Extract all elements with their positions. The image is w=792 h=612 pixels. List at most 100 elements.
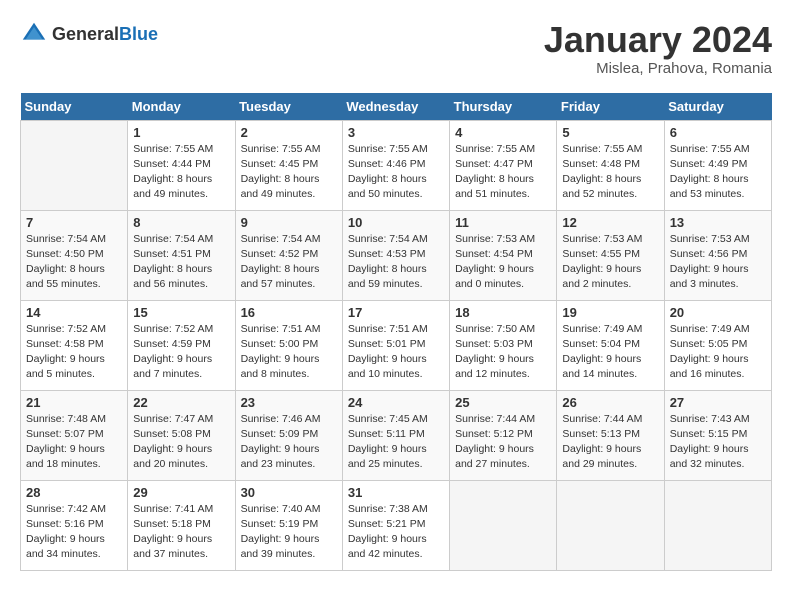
calendar-cell xyxy=(664,480,771,570)
calendar-cell: 26Sunrise: 7:44 AM Sunset: 5:13 PM Dayli… xyxy=(557,390,664,480)
page-title: January 2024 xyxy=(544,20,772,60)
day-info: Sunrise: 7:38 AM Sunset: 5:21 PM Dayligh… xyxy=(348,502,444,563)
col-header-saturday: Saturday xyxy=(664,93,771,121)
day-number: 30 xyxy=(241,485,337,500)
calendar-cell: 30Sunrise: 7:40 AM Sunset: 5:19 PM Dayli… xyxy=(235,480,342,570)
page-subtitle: Mislea, Prahova, Romania xyxy=(544,60,772,77)
day-number: 18 xyxy=(455,305,551,320)
logo-general: General xyxy=(52,24,119,44)
day-info: Sunrise: 7:54 AM Sunset: 4:52 PM Dayligh… xyxy=(241,232,337,293)
day-number: 15 xyxy=(133,305,229,320)
day-number: 22 xyxy=(133,395,229,410)
col-header-friday: Friday xyxy=(557,93,664,121)
calendar-body: 1 Sunrise: 7:55 AM Sunset: 4:44 PM Daylig… xyxy=(21,120,772,570)
day-info: Sunrise: 7:43 AM Sunset: 5:15 PM Dayligh… xyxy=(670,412,766,473)
calendar-cell: 3 Sunrise: 7:55 AM Sunset: 4:46 PM Daylig… xyxy=(342,120,449,210)
calendar-cell: 7 Sunrise: 7:54 AM Sunset: 4:50 PM Daylig… xyxy=(21,210,128,300)
day-info: Sunrise: 7:44 AM Sunset: 5:12 PM Dayligh… xyxy=(455,412,551,473)
calendar-cell xyxy=(21,120,128,210)
calendar-cell: 10Sunrise: 7:54 AM Sunset: 4:53 PM Dayli… xyxy=(342,210,449,300)
day-number: 4 xyxy=(455,125,551,140)
day-number: 23 xyxy=(241,395,337,410)
calendar-cell: 11 Sunrise: 7:53 AM Sunset: 4:54 PM Dayli… xyxy=(450,210,557,300)
calendar-cell: 18 Sunrise: 7:50 AM Sunset: 5:03 PM Dayli… xyxy=(450,300,557,390)
col-header-thursday: Thursday xyxy=(450,93,557,121)
calendar-week-1: 1 Sunrise: 7:55 AM Sunset: 4:44 PM Daylig… xyxy=(21,120,772,210)
calendar-cell: 28 Sunrise: 7:42 AM Sunset: 5:16 PM Dayli… xyxy=(21,480,128,570)
calendar-cell: 21 Sunrise: 7:48 AM Sunset: 5:07 PM Dayli… xyxy=(21,390,128,480)
col-header-tuesday: Tuesday xyxy=(235,93,342,121)
day-info: Sunrise: 7:45 AM Sunset: 5:11 PM Dayligh… xyxy=(348,412,444,473)
calendar-week-4: 21 Sunrise: 7:48 AM Sunset: 5:07 PM Dayli… xyxy=(21,390,772,480)
day-info: Sunrise: 7:49 AM Sunset: 5:05 PM Dayligh… xyxy=(670,322,766,383)
calendar-cell: 1 Sunrise: 7:55 AM Sunset: 4:44 PM Daylig… xyxy=(128,120,235,210)
calendar-header-row: SundayMondayTuesdayWednesdayThursdayFrid… xyxy=(21,93,772,121)
calendar-cell: 20Sunrise: 7:49 AM Sunset: 5:05 PM Dayli… xyxy=(664,300,771,390)
day-info: Sunrise: 7:47 AM Sunset: 5:08 PM Dayligh… xyxy=(133,412,229,473)
day-info: Sunrise: 7:53 AM Sunset: 4:55 PM Dayligh… xyxy=(562,232,658,293)
day-number: 31 xyxy=(348,485,444,500)
day-number: 5 xyxy=(562,125,658,140)
day-info: Sunrise: 7:51 AM Sunset: 5:01 PM Dayligh… xyxy=(348,322,444,383)
day-info: Sunrise: 7:55 AM Sunset: 4:44 PM Dayligh… xyxy=(133,142,229,203)
day-number: 13 xyxy=(670,215,766,230)
day-info: Sunrise: 7:41 AM Sunset: 5:18 PM Dayligh… xyxy=(133,502,229,563)
day-number: 14 xyxy=(26,305,122,320)
day-info: Sunrise: 7:53 AM Sunset: 4:54 PM Dayligh… xyxy=(455,232,551,293)
calendar-cell: 22 Sunrise: 7:47 AM Sunset: 5:08 PM Dayli… xyxy=(128,390,235,480)
calendar-cell: 23 Sunrise: 7:46 AM Sunset: 5:09 PM Dayli… xyxy=(235,390,342,480)
day-info: Sunrise: 7:52 AM Sunset: 4:58 PM Dayligh… xyxy=(26,322,122,383)
day-info: Sunrise: 7:54 AM Sunset: 4:50 PM Dayligh… xyxy=(26,232,122,293)
calendar-week-2: 7 Sunrise: 7:54 AM Sunset: 4:50 PM Daylig… xyxy=(21,210,772,300)
day-number: 6 xyxy=(670,125,766,140)
calendar-week-3: 14 Sunrise: 7:52 AM Sunset: 4:58 PM Dayli… xyxy=(21,300,772,390)
day-number: 8 xyxy=(133,215,229,230)
day-number: 11 xyxy=(455,215,551,230)
day-number: 19 xyxy=(562,305,658,320)
calendar-cell xyxy=(450,480,557,570)
day-info: Sunrise: 7:46 AM Sunset: 5:09 PM Dayligh… xyxy=(241,412,337,473)
day-number: 7 xyxy=(26,215,122,230)
day-info: Sunrise: 7:55 AM Sunset: 4:48 PM Dayligh… xyxy=(562,142,658,203)
calendar-cell: 5 Sunrise: 7:55 AM Sunset: 4:48 PM Daylig… xyxy=(557,120,664,210)
calendar-cell: 29 Sunrise: 7:41 AM Sunset: 5:18 PM Dayli… xyxy=(128,480,235,570)
col-header-monday: Monday xyxy=(128,93,235,121)
day-info: Sunrise: 7:53 AM Sunset: 4:56 PM Dayligh… xyxy=(670,232,766,293)
day-number: 2 xyxy=(241,125,337,140)
logo: GeneralBlue xyxy=(20,20,158,48)
day-info: Sunrise: 7:51 AM Sunset: 5:00 PM Dayligh… xyxy=(241,322,337,383)
day-number: 29 xyxy=(133,485,229,500)
calendar-table: SundayMondayTuesdayWednesdayThursdayFrid… xyxy=(20,93,772,571)
day-number: 3 xyxy=(348,125,444,140)
day-info: Sunrise: 7:55 AM Sunset: 4:46 PM Dayligh… xyxy=(348,142,444,203)
title-block: January 2024 Mislea, Prahova, Romania xyxy=(544,20,772,77)
day-number: 9 xyxy=(241,215,337,230)
day-number: 10 xyxy=(348,215,444,230)
calendar-cell: 8Sunrise: 7:54 AM Sunset: 4:51 PM Daylig… xyxy=(128,210,235,300)
calendar-cell: 6 Sunrise: 7:55 AM Sunset: 4:49 PM Daylig… xyxy=(664,120,771,210)
calendar-cell: 19 Sunrise: 7:49 AM Sunset: 5:04 PM Dayli… xyxy=(557,300,664,390)
day-number: 1 xyxy=(133,125,229,140)
day-info: Sunrise: 7:55 AM Sunset: 4:45 PM Dayligh… xyxy=(241,142,337,203)
day-info: Sunrise: 7:49 AM Sunset: 5:04 PM Dayligh… xyxy=(562,322,658,383)
day-number: 28 xyxy=(26,485,122,500)
day-info: Sunrise: 7:55 AM Sunset: 4:49 PM Dayligh… xyxy=(670,142,766,203)
calendar-cell: 15Sunrise: 7:52 AM Sunset: 4:59 PM Dayli… xyxy=(128,300,235,390)
calendar-cell: 25 Sunrise: 7:44 AM Sunset: 5:12 PM Dayli… xyxy=(450,390,557,480)
calendar-cell: 12Sunrise: 7:53 AM Sunset: 4:55 PM Dayli… xyxy=(557,210,664,300)
day-info: Sunrise: 7:50 AM Sunset: 5:03 PM Dayligh… xyxy=(455,322,551,383)
day-info: Sunrise: 7:42 AM Sunset: 5:16 PM Dayligh… xyxy=(26,502,122,563)
day-number: 21 xyxy=(26,395,122,410)
calendar-cell xyxy=(557,480,664,570)
day-number: 26 xyxy=(562,395,658,410)
calendar-cell: 14 Sunrise: 7:52 AM Sunset: 4:58 PM Dayli… xyxy=(21,300,128,390)
calendar-cell: 17Sunrise: 7:51 AM Sunset: 5:01 PM Dayli… xyxy=(342,300,449,390)
day-number: 25 xyxy=(455,395,551,410)
calendar-cell: 27 Sunrise: 7:43 AM Sunset: 5:15 PM Dayli… xyxy=(664,390,771,480)
calendar-cell: 31 Sunrise: 7:38 AM Sunset: 5:21 PM Dayli… xyxy=(342,480,449,570)
calendar-cell: 16Sunrise: 7:51 AM Sunset: 5:00 PM Dayli… xyxy=(235,300,342,390)
logo-icon xyxy=(20,20,48,48)
day-number: 27 xyxy=(670,395,766,410)
day-info: Sunrise: 7:48 AM Sunset: 5:07 PM Dayligh… xyxy=(26,412,122,473)
col-header-sunday: Sunday xyxy=(21,93,128,121)
